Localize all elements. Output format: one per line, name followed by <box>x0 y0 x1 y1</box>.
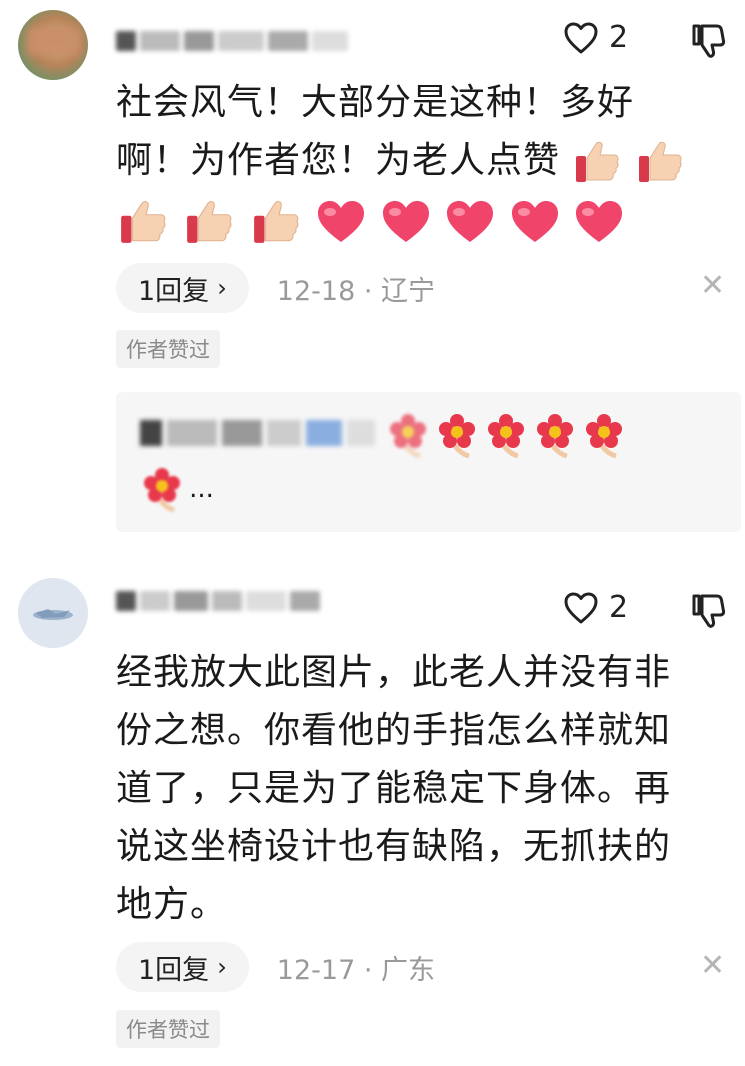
thumbs-up-emoji <box>187 200 232 243</box>
thumbs-up-emoji <box>254 200 299 243</box>
comment-meta: 1回复 › 12-18 · 辽宁 <box>116 263 435 313</box>
heart-outline-icon <box>564 22 598 53</box>
comment-text-line: 道了，只是为了能稳定下身体。再 <box>116 768 672 809</box>
thumbs-down-icon <box>692 24 726 58</box>
dislike-button[interactable] <box>690 592 726 634</box>
emoji-line <box>116 192 716 250</box>
date-location: 12-17 · 广东 <box>276 954 435 986</box>
like-count: 2 <box>609 590 629 625</box>
comment-text: 社会风气！大部分是这种！多好 啊！为作者您！为老人点赞 <box>116 74 716 250</box>
comment-text-line: 社会风气！大部分是这种！多好 <box>116 82 635 123</box>
flower-emoji <box>390 414 426 458</box>
flower-emoji <box>488 414 525 458</box>
comment-text: 经我放大此图片，此老人并没有非 份之想。你看他的手指怎么样就知 道了，只是为了能… <box>116 644 716 934</box>
comment-text-line: 地方。 <box>116 884 228 925</box>
like-button[interactable]: 2 <box>563 20 628 55</box>
chevron-right-icon: › <box>217 953 227 981</box>
avatar-image <box>33 609 73 620</box>
author-liked-tag: 作者赞过 <box>116 1010 220 1048</box>
heart-emoji <box>382 201 429 242</box>
comment-1: 2 社会风气！大部分是这种！多好 啊！为作者您！为老人点赞 1回复 › 12-1… <box>0 0 745 380</box>
thumbs-up-emoji-group <box>572 140 684 182</box>
heart-emoji <box>511 201 558 242</box>
like-count: 2 <box>609 20 629 55</box>
thumbs-up-emoji <box>121 200 166 243</box>
thumbs-up-emoji <box>576 141 620 182</box>
heart-emoji <box>318 201 365 242</box>
comment-meta: 1回复 › 12-17 · 广东 <box>116 942 435 992</box>
flower-emoji-group <box>386 412 626 458</box>
flower-emoji <box>439 414 476 458</box>
heart-emoji <box>447 201 494 242</box>
reply-count-label: 1回复 <box>138 275 210 307</box>
flower-emoji <box>537 414 574 458</box>
username-blurred[interactable] <box>116 30 348 52</box>
comment-text-line: 啊！为作者您！为老人点赞 <box>116 132 716 190</box>
close-icon[interactable]: ✕ <box>700 268 725 303</box>
reply-count-label: 1回复 <box>138 954 210 986</box>
comment-text-line: 份之想。你看他的手指怎么样就知 <box>116 710 672 751</box>
author-liked-tag: 作者赞过 <box>116 330 220 368</box>
heart-emoji <box>576 201 623 242</box>
reply-username-blurred <box>140 420 375 446</box>
thumbs-down-icon <box>692 594 726 628</box>
comment-2: 2 经我放大此图片，此老人并没有非 份之想。你看他的手指怎么样就知 道了，只是为… <box>0 560 745 1066</box>
reply-button[interactable]: 1回复 › <box>116 263 249 313</box>
avatar[interactable] <box>18 10 88 80</box>
close-icon[interactable]: ✕ <box>700 948 725 983</box>
like-button[interactable]: 2 <box>563 590 628 625</box>
nested-reply-preview[interactable]: ... <box>116 392 741 532</box>
username-blurred[interactable] <box>116 590 320 612</box>
dislike-button[interactable] <box>690 22 726 64</box>
thumbs-up-emoji <box>638 141 682 182</box>
date-location: 12-18 · 辽宁 <box>276 275 435 307</box>
flower-emoji <box>144 468 180 512</box>
comment-text-segment: 啊！为作者您！为老人点赞 <box>116 140 561 181</box>
flower-emoji <box>586 414 623 458</box>
reply-second-line: ... <box>140 466 214 512</box>
comment-text-line: 经我放大此图片，此老人并没有非 <box>116 652 672 693</box>
reply-ellipsis: ... <box>189 474 214 504</box>
chevron-right-icon: › <box>217 274 227 302</box>
avatar[interactable] <box>18 578 88 648</box>
comment-text-line: 说这坐椅设计也有缺陷，无抓扶的 <box>116 826 672 867</box>
reply-button[interactable]: 1回复 › <box>116 942 249 992</box>
heart-outline-icon <box>564 592 598 623</box>
